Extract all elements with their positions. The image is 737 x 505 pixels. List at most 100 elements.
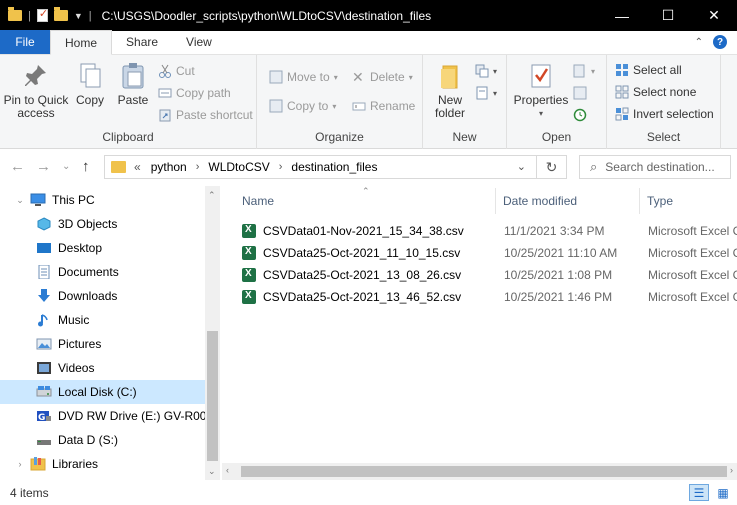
file-row[interactable]: CSVData25-Oct-2021_11_10_15.csv 10/25/20… [242, 242, 737, 264]
nav-item-music[interactable]: Music [0, 308, 205, 332]
new-item-button[interactable]: ▾ [475, 61, 497, 81]
select-all-button[interactable]: Select all [615, 60, 682, 80]
cut-button[interactable]: Cut [158, 61, 195, 81]
organize-group-label: Organize [315, 130, 364, 144]
expand-chevron-icon[interactable]: ⌄ [14, 195, 26, 206]
large-icons-view-icon[interactable]: ▦ [713, 484, 733, 501]
delete-button[interactable]: ✕ Delete ▾ [352, 67, 413, 87]
copy-path-button[interactable]: Copy path [158, 83, 231, 103]
close-button[interactable]: ✕ [691, 0, 737, 31]
move-to-button[interactable]: Move to ▾ [269, 67, 338, 87]
select-all-icon [615, 63, 629, 77]
up-arrow-icon[interactable]: ↑ [82, 158, 90, 175]
address-dropdown-icon[interactable]: ⌄ [517, 160, 526, 173]
window-title: C:\USGS\Doodler_scripts\python\WLDtoCSV\… [101, 8, 432, 23]
file-type: Microsoft Excel C [648, 268, 737, 282]
nav-scrollbar[interactable]: ⌃ ⌄ [205, 186, 220, 480]
refresh-button[interactable]: ↻ [537, 155, 567, 179]
collapse-ribbon-icon[interactable]: ⌃ [695, 37, 703, 48]
nav-item-dvd-drive[interactable]: G DVD RW Drive (E:) GV-R0002 [0, 404, 205, 428]
column-divider[interactable] [639, 188, 640, 214]
column-header-type[interactable]: Type [647, 186, 673, 216]
copy-to-button[interactable]: Copy to ▾ [269, 96, 336, 116]
edit-button[interactable] [573, 83, 587, 103]
new-group-label: New [452, 130, 477, 144]
breadcrumb-overflow[interactable]: « [134, 160, 141, 174]
new-folder-icon[interactable] [53, 7, 68, 21]
file-list: ⌃ Name Date modified Type CSVData01-Nov-… [222, 186, 737, 480]
nav-item-local-disk[interactable]: Local Disk (C:) [0, 380, 205, 404]
scrollbar-thumb[interactable] [241, 466, 727, 477]
tab-home[interactable]: Home [50, 30, 113, 55]
nav-item-downloads[interactable]: Downloads [0, 284, 205, 308]
easy-access-button[interactable]: ▾ [475, 83, 497, 103]
file-name: CSVData25-Oct-2021_13_08_26.csv [263, 268, 462, 282]
recent-locations-chevron-icon[interactable]: ⌄ [62, 161, 70, 172]
minimize-button[interactable]: — [599, 0, 645, 31]
disk-icon [36, 385, 52, 399]
window-controls: — ☐ ✕ [599, 0, 737, 31]
new-folder-button[interactable]: New folder [427, 61, 473, 120]
search-input[interactable] [605, 160, 722, 174]
file-row[interactable]: CSVData25-Oct-2021_13_08_26.csv 10/25/20… [242, 264, 737, 286]
nav-item-desktop[interactable]: Desktop [0, 236, 205, 260]
file-row[interactable]: CSVData01-Nov-2021_15_34_38.csv 11/1/202… [242, 220, 737, 242]
column-divider[interactable] [495, 188, 496, 214]
tab-file[interactable]: File [0, 30, 50, 54]
tab-view[interactable]: View [172, 30, 226, 54]
nav-item-3d-objects[interactable]: 3D Objects [0, 212, 205, 236]
select-none-button[interactable]: Select none [615, 82, 696, 102]
nav-item-videos[interactable]: Videos [0, 356, 205, 380]
invert-selection-button[interactable]: Invert selection [615, 104, 714, 124]
breadcrumb-destination-files[interactable]: destination_files [291, 160, 377, 174]
copy-to-icon [269, 99, 283, 113]
maximize-button[interactable]: ☐ [645, 0, 691, 31]
breadcrumb-python[interactable]: python [151, 160, 187, 174]
column-header-name[interactable]: Name [242, 186, 274, 216]
customize-dropdown-icon[interactable]: ▼ [74, 11, 83, 21]
file-list-horizontal-scrollbar[interactable]: ‹ › [222, 463, 737, 480]
scroll-right-icon[interactable]: › [730, 465, 733, 475]
document-icon [36, 264, 52, 280]
properties-button[interactable]: Properties ▾ [511, 61, 571, 120]
address-bar[interactable]: « python › WLDtoCSV › destination_files … [104, 155, 537, 179]
scrollbar-thumb[interactable] [207, 331, 218, 461]
nav-item-data-d[interactable]: Data D (S:) [0, 428, 205, 452]
history-icon [573, 108, 587, 122]
pin-quick-access-button[interactable]: Pin to Quick access [2, 61, 70, 120]
column-header-date[interactable]: Date modified [503, 186, 577, 216]
paste-shortcut-button[interactable]: Paste shortcut [158, 105, 253, 125]
details-view-icon[interactable]: ☰ [689, 484, 709, 501]
navigation-pane: ⌄ This PC 3D Objects Desktop Documents D… [0, 186, 220, 480]
open-button[interactable]: ▾ [573, 61, 595, 81]
select-none-icon [615, 85, 629, 99]
folder-icon[interactable] [8, 7, 22, 21]
scroll-up-icon[interactable]: ⌃ [208, 190, 216, 201]
back-arrow-icon[interactable]: ← [10, 158, 25, 175]
scroll-down-icon[interactable]: ⌄ [208, 466, 216, 477]
paste-button[interactable]: Paste [114, 61, 152, 107]
breadcrumb-wldtocsv[interactable]: WLDtoCSV [208, 160, 269, 174]
copy-button[interactable]: Copy [72, 61, 108, 107]
file-name: CSVData01-Nov-2021_15_34_38.csv [263, 224, 464, 238]
properties-icon[interactable] [36, 7, 48, 22]
scroll-left-icon[interactable]: ‹ [226, 465, 229, 475]
nav-item-documents[interactable]: Documents [0, 260, 205, 284]
file-row[interactable]: CSVData25-Oct-2021_13_46_52.csv 10/25/20… [242, 286, 737, 308]
chevron-right-icon[interactable]: › [279, 161, 283, 173]
nav-item-this-pc[interactable]: ⌄ This PC [0, 188, 205, 212]
tab-share[interactable]: Share [112, 30, 172, 54]
rename-button[interactable]: Rename [352, 96, 415, 116]
rename-icon [352, 99, 366, 113]
nav-item-libraries[interactable]: › Libraries [0, 452, 205, 476]
nav-item-pictures[interactable]: Pictures [0, 332, 205, 356]
search-box[interactable]: ⌕ [579, 155, 731, 179]
divider: | [28, 9, 31, 22]
properties-label: Properties [513, 93, 569, 107]
refresh-icon: ↻ [545, 158, 558, 175]
expand-chevron-right-icon[interactable]: › [14, 459, 26, 469]
help-icon[interactable]: ? [713, 35, 727, 49]
forward-arrow-icon[interactable]: → [36, 158, 51, 175]
history-button[interactable] [573, 105, 587, 125]
chevron-right-icon[interactable]: › [196, 161, 200, 173]
